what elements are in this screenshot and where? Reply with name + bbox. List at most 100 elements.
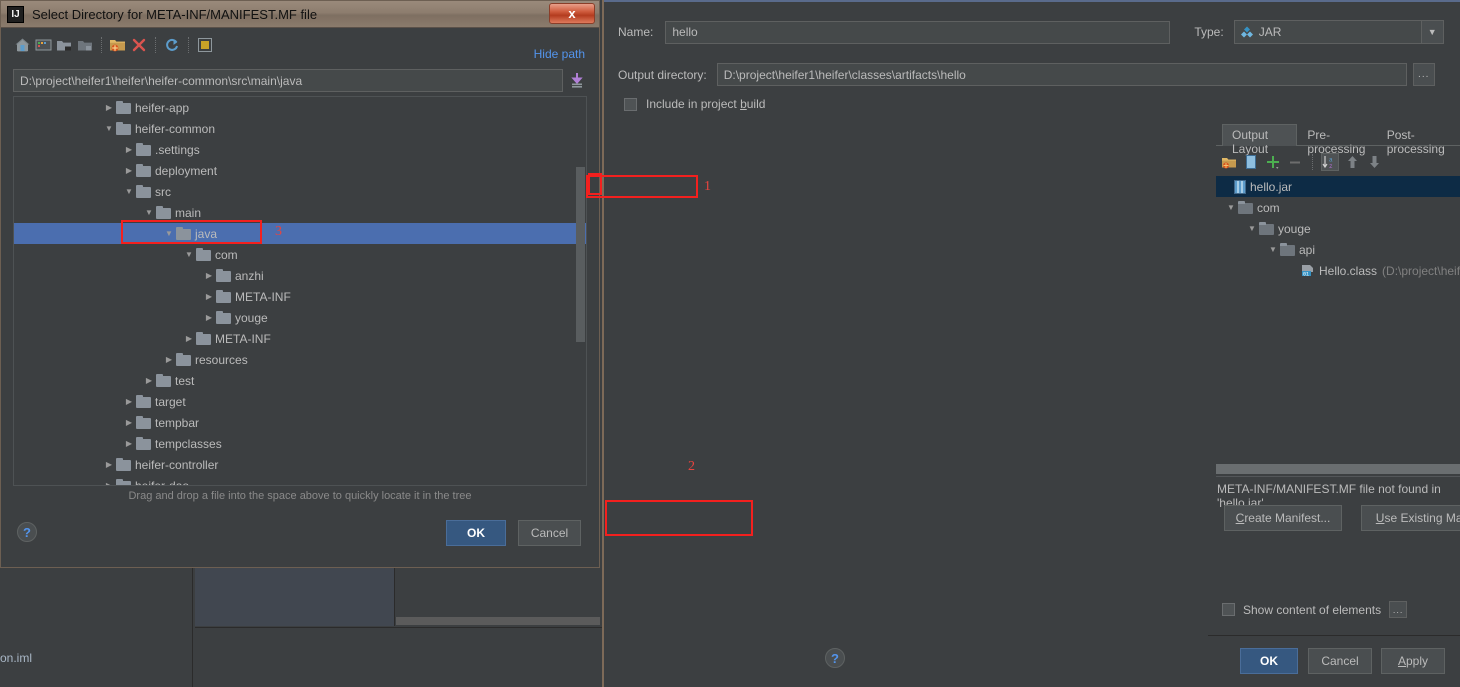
tab-output-layout[interactable]: Output Layout <box>1222 124 1298 156</box>
new-folder-icon[interactable] <box>109 36 127 54</box>
directory-tree[interactable]: ▶ heifer-app ▼ heifer-common ▶ .settings… <box>13 96 587 486</box>
artifacts-cancel-button[interactable]: Cancel <box>1308 648 1372 674</box>
expander-collapsed-icon[interactable]: ▶ <box>202 313 216 322</box>
expander-collapsed-icon[interactable]: ▶ <box>122 145 136 154</box>
artifacts-apply-button[interactable]: Apply <box>1381 648 1445 674</box>
create-archive-icon[interactable] <box>1242 153 1260 171</box>
output-layout-horizontal-scrollbar[interactable] <box>1216 464 1460 474</box>
expander-expanded-icon[interactable]: ▼ <box>102 124 116 133</box>
home-icon[interactable] <box>13 36 31 54</box>
tree-row-hello-jar[interactable]: hello.jar ▶ <box>1216 176 1460 197</box>
chevron-down-icon[interactable]: ▼ <box>1420 21 1443 43</box>
artifacts-help-button[interactable]: ? <box>825 648 845 668</box>
output-directory-input[interactable]: D:\project\heifer1\heifer\classes\artifa… <box>716 63 1407 86</box>
include-in-project-build-row[interactable]: Include in project build <box>624 97 765 111</box>
desktop-icon[interactable] <box>34 36 52 54</box>
file-chooser-ok-button[interactable]: OK <box>446 520 506 546</box>
show-content-of-elements-checkbox[interactable] <box>1222 603 1235 616</box>
expander-expanded-icon[interactable]: ▼ <box>1245 224 1259 233</box>
output-layout-tree[interactable]: hello.jar ▶ ▼ com ▶ ▼ youge ▶ ▼ api ▶ <box>1216 176 1460 438</box>
tree-vertical-scrollbar[interactable] <box>576 167 585 342</box>
tree-row-heifer-dao[interactable]: ▶ heifer-dao <box>14 475 586 485</box>
tree-label: api <box>1299 242 1316 257</box>
expander-collapsed-icon[interactable]: ▶ <box>142 376 156 385</box>
expander-expanded-icon[interactable]: ▼ <box>162 229 176 238</box>
path-input[interactable]: D:\project\heifer1\heifer\heifer-common\… <box>13 69 563 92</box>
expander-expanded-icon[interactable]: ▼ <box>1266 245 1280 254</box>
module-folder-icon[interactable] <box>76 36 94 54</box>
include-in-project-build-checkbox[interactable] <box>624 97 637 111</box>
tab-post-processing[interactable]: Post-processing <box>1377 124 1460 156</box>
expander-collapsed-icon[interactable]: ▶ <box>102 481 116 485</box>
expander-collapsed-icon[interactable]: ▶ <box>202 292 216 301</box>
output-layout-divider <box>1216 476 1460 477</box>
artifact-type-value: JAR <box>1258 25 1282 39</box>
jar-icon <box>1234 179 1246 194</box>
expander-collapsed-icon[interactable]: ▶ <box>102 460 116 469</box>
tree-row-tempbar[interactable]: ▶ tempbar <box>14 412 586 433</box>
show-content-options-button[interactable]: ... <box>1389 601 1408 618</box>
hide-path-link[interactable]: Hide path <box>534 47 585 61</box>
expander-expanded-icon[interactable]: ▼ <box>182 250 196 259</box>
project-folder-icon[interactable] <box>55 36 73 54</box>
create-directory-icon[interactable] <box>1220 153 1238 171</box>
expander-collapsed-icon[interactable]: ▶ <box>122 439 136 448</box>
show-content-of-elements-row[interactable]: Show content of elements ... <box>1222 601 1408 618</box>
browse-output-directory-button[interactable]: ... <box>1412 63 1435 86</box>
tree-row-com[interactable]: ▼ com ▶ <box>1216 197 1460 218</box>
tree-row-settings[interactable]: ▶ .settings <box>14 139 586 160</box>
tab-pre-processing[interactable]: Pre-processing <box>1297 124 1376 156</box>
sort-az-icon[interactable]: a z <box>1321 153 1339 171</box>
file-chooser-cancel-button[interactable]: Cancel <box>518 520 581 546</box>
artifact-diamond-icon <box>1240 26 1253 38</box>
show-hidden-icon[interactable] <box>196 36 214 54</box>
tree-row-test[interactable]: ▶ test <box>14 370 586 391</box>
tree-row-anzhi[interactable]: ▶ anzhi <box>14 265 586 286</box>
expander-expanded-icon[interactable]: ▼ <box>122 187 136 196</box>
tree-row-heifer-controller[interactable]: ▶ heifer-controller <box>14 454 586 475</box>
annotation-number-3: 3 <box>275 224 282 239</box>
select-directory-titlebar[interactable]: IJ Select Directory for META-INF/MANIFES… <box>1 1 599 28</box>
folder-icon <box>156 206 171 219</box>
tree-row-src[interactable]: ▼ src <box>14 181 586 202</box>
close-icon[interactable]: x <box>549 3 595 24</box>
expander-collapsed-icon[interactable]: ▶ <box>122 418 136 427</box>
tree-row-youge[interactable]: ▶ youge <box>14 307 586 328</box>
expander-collapsed-icon[interactable]: ▶ <box>182 334 196 343</box>
expander-collapsed-icon[interactable]: ▶ <box>162 355 176 364</box>
tree-row-heifer-app[interactable]: ▶ heifer-app <box>14 97 586 118</box>
tree-row-target[interactable]: ▶ target <box>14 391 586 412</box>
tree-label: deployment <box>155 163 218 178</box>
tree-row-meta-inf-inner[interactable]: ▶ META-INF <box>14 286 586 307</box>
expander-collapsed-icon[interactable]: ▶ <box>202 271 216 280</box>
tree-row-api[interactable]: ▼ api ▶ <box>1216 239 1460 260</box>
use-existing-manifest-button[interactable]: Use Existing Manifest... <box>1361 505 1460 531</box>
tree-label: heifer-common <box>135 121 216 136</box>
tree-row-meta-inf[interactable]: ▶ META-INF <box>14 328 586 349</box>
delete-icon[interactable] <box>130 36 148 54</box>
expander-collapsed-icon[interactable]: ▶ <box>102 103 116 112</box>
expander-collapsed-icon[interactable]: ▶ <box>122 397 136 406</box>
ide-horizontal-scrollbar[interactable] <box>396 617 600 625</box>
artifact-name-input[interactable]: hello <box>665 20 1171 44</box>
add-icon[interactable] <box>1264 153 1282 171</box>
expander-expanded-icon[interactable]: ▼ <box>142 208 156 217</box>
refresh-icon[interactable] <box>163 36 181 54</box>
tree-row-heifer-common[interactable]: ▼ heifer-common <box>14 118 586 139</box>
create-manifest-button[interactable]: Create Manifest... <box>1224 505 1342 531</box>
tree-row-youge[interactable]: ▼ youge ▶ <box>1216 218 1460 239</box>
path-history-icon[interactable] <box>567 69 587 92</box>
tree-row-hello-class[interactable]: 01 Hello.class (D:\project\heifer1\heife… <box>1216 260 1460 281</box>
expander-expanded-icon[interactable]: ▼ <box>1224 203 1238 212</box>
tree-row-main[interactable]: ▼ main <box>14 202 586 223</box>
tree-row-tempclasses[interactable]: ▶ tempclasses <box>14 433 586 454</box>
tree-row-java[interactable]: ▼ java <box>14 223 586 244</box>
tree-row-deployment[interactable]: ▶ deployment <box>14 160 586 181</box>
tree-row-com[interactable]: ▼ com <box>14 244 586 265</box>
file-chooser-help-button[interactable]: ? <box>17 522 37 542</box>
folder-icon <box>116 122 131 135</box>
expander-collapsed-icon[interactable]: ▶ <box>122 166 136 175</box>
artifacts-ok-button[interactable]: OK <box>1240 648 1298 674</box>
artifact-type-select[interactable]: JAR ▼ <box>1233 20 1444 44</box>
tree-row-resources[interactable]: ▶ resources <box>14 349 586 370</box>
